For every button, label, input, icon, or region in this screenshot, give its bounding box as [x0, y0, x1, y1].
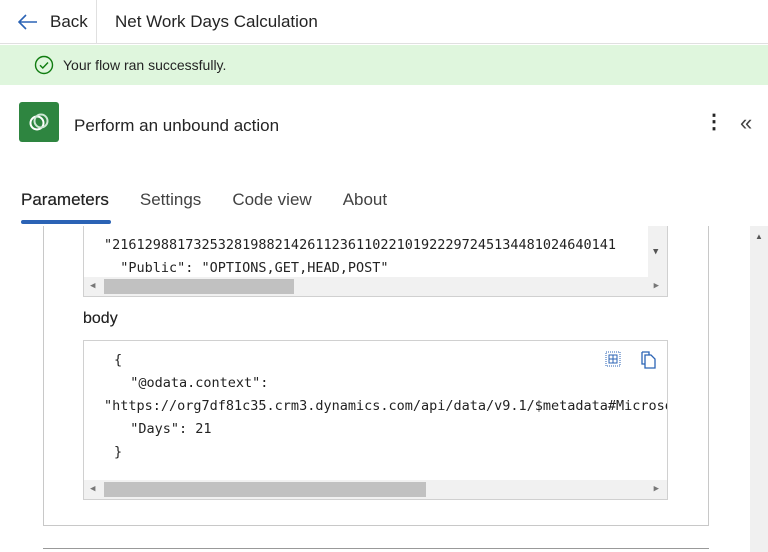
- tab-parameters[interactable]: Parameters: [21, 190, 111, 224]
- headers-line: "X-Source":: [104, 226, 209, 234]
- scroll-up-icon[interactable]: ▲: [755, 232, 763, 241]
- action-title: Perform an unbound action: [74, 116, 280, 135]
- back-button[interactable]: Back: [0, 0, 97, 44]
- body-line: {: [114, 352, 123, 368]
- more-options-icon[interactable]: ⋮: [704, 112, 724, 132]
- check-circle-icon: [34, 55, 54, 75]
- body-line: "Days": 21: [114, 421, 212, 437]
- scroll-thumb[interactable]: [104, 482, 426, 497]
- scroll-thumb[interactable]: [104, 279, 294, 294]
- body-label: body: [83, 310, 118, 327]
- top-bar: Back Net Work Days Calculation: [0, 0, 768, 44]
- tab-code-view[interactable]: Code view: [232, 190, 311, 210]
- scroll-right-icon[interactable]: ▶: [654, 281, 659, 291]
- scroll-down-icon[interactable]: ▼: [653, 247, 658, 257]
- arrow-left-icon: [18, 13, 37, 30]
- body-line: "@odata.context":: [114, 375, 269, 391]
- flow-title: Net Work Days Calculation: [115, 11, 318, 31]
- parameters-panel: ▲ "X-Source": "2161298817325328198821426…: [0, 226, 768, 552]
- tab-about[interactable]: About: [343, 190, 387, 210]
- headers-vertical-scrollbar[interactable]: ▼: [648, 226, 667, 279]
- tab-list: Parameters Settings Code view About: [21, 190, 418, 224]
- table-view-icon[interactable]: [605, 351, 621, 367]
- copy-icon[interactable]: [641, 351, 657, 369]
- success-banner: Your flow ran successfully.: [0, 45, 768, 85]
- tab-settings[interactable]: Settings: [140, 190, 201, 210]
- headers-horizontal-scrollbar[interactable]: ◀ ▶: [84, 277, 667, 296]
- scroll-left-icon[interactable]: ◀: [90, 281, 95, 291]
- scroll-left-icon[interactable]: ◀: [90, 484, 95, 494]
- panel-scrollbar[interactable]: ▲: [750, 226, 768, 552]
- body-line: }: [114, 444, 123, 460]
- back-label: Back: [50, 11, 88, 31]
- body-line: "https://org7df81c35.crm3.dynamics.com/a…: [104, 398, 668, 414]
- dataverse-logo: [19, 102, 59, 142]
- headers-code-box: "X-Source": "216129881732532819882142611…: [83, 226, 668, 297]
- section-divider: [43, 548, 709, 549]
- scroll-right-icon[interactable]: ▶: [654, 484, 659, 494]
- body-code-box: { "@odata.context": "https://org7df81c35…: [83, 340, 668, 500]
- dataverse-icon: [29, 113, 49, 131]
- success-message: Your flow ran successfully.: [63, 57, 227, 73]
- body-horizontal-scrollbar[interactable]: ◀ ▶: [84, 480, 667, 499]
- collapse-panel-icon[interactable]: «: [740, 110, 752, 136]
- headers-line: "216129881732532819882142611236110221019…: [104, 237, 617, 253]
